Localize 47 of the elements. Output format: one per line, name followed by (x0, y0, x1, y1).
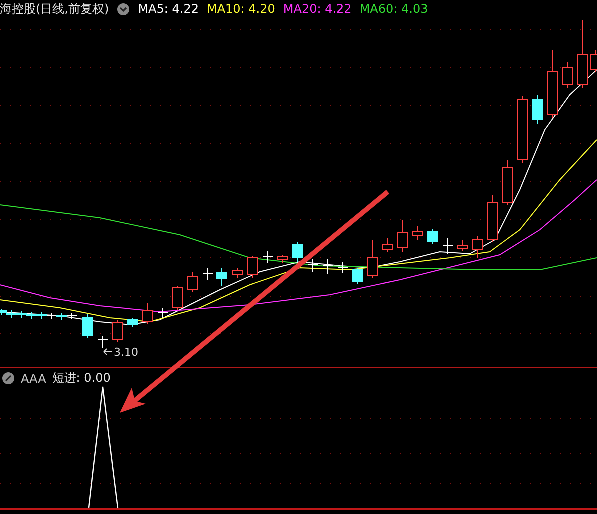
settings-icon[interactable] (2, 372, 15, 385)
rising-candle (412, 226, 424, 240)
moving-average-legend: MA20: 4.22 (283, 2, 352, 16)
rising-candle (112, 320, 124, 342)
rising-candle (248, 256, 258, 278)
rising-candle (142, 302, 154, 324)
moving-average-legend: MA60: 4.03 (360, 2, 428, 16)
stock-title: 海控股(日线,前复权) (0, 0, 110, 18)
dropdown-icon[interactable] (117, 2, 130, 16)
falling-candle (292, 242, 304, 262)
falling-candle (128, 318, 138, 328)
doji-candle (202, 268, 214, 280)
indicator-name: AAA (21, 372, 46, 386)
rising-candle (518, 96, 528, 164)
low-price-label: 3.10 (114, 346, 138, 359)
rising-candle (278, 254, 288, 264)
doji-candle (158, 308, 168, 318)
rising-candle (398, 220, 408, 252)
doji-candle (66, 312, 78, 320)
indicator-reading: 短进: 0.00 (52, 370, 111, 387)
falling-candle (352, 268, 364, 284)
falling-candle (532, 94, 544, 124)
rising-candle (172, 286, 184, 310)
rising-candle (472, 236, 484, 258)
rising-candle (502, 160, 514, 206)
rising-candle (382, 238, 394, 252)
falling-candle (82, 314, 94, 338)
falling-candle (428, 228, 438, 244)
rising-candle (188, 272, 198, 292)
rising-candle (578, 20, 588, 88)
leader-line (104, 348, 112, 356)
doji-candle (262, 250, 274, 264)
doji-candle (338, 262, 348, 274)
falling-candle (216, 268, 228, 286)
rising-candle (232, 268, 244, 278)
doji-candle (442, 238, 454, 254)
rising-candle (488, 194, 498, 242)
moving-average-legend: MA5: 4.22 (138, 2, 199, 16)
moving-average-legend: MA10: 4.20 (206, 2, 276, 16)
rising-candle (368, 240, 378, 278)
rising-candle (458, 240, 468, 252)
doji-candle (46, 312, 58, 320)
rising-candle (548, 50, 558, 118)
doji-candle (98, 336, 108, 348)
doji-candle (308, 258, 318, 272)
rising-candle (562, 62, 574, 88)
doji-candle (322, 258, 334, 274)
